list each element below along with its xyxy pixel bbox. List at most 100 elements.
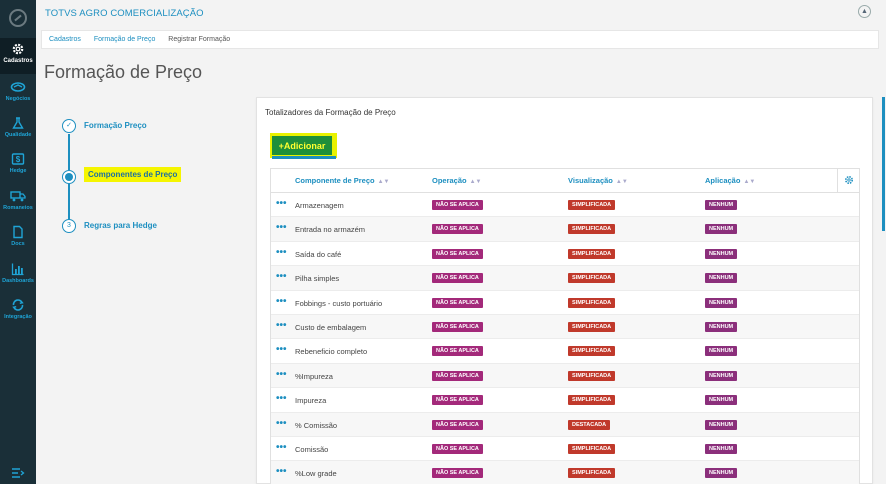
app-title: TOTVS AGRO COMERCIALIZAÇÃO <box>45 8 204 19</box>
scroll-top-button[interactable]: ▲ <box>858 5 871 18</box>
operacao-badge: NÃO SE APLICA <box>432 370 483 381</box>
componente-cell: Rebeneficio completo <box>295 347 368 357</box>
dollar-icon: $ <box>11 153 25 165</box>
sidebar-item-label: Cadastros <box>3 58 33 64</box>
aplicacao-badge: NENHUM <box>705 321 738 332</box>
column-label: Aplicação <box>705 176 741 185</box>
componente-cell: %Impureza <box>295 371 333 381</box>
sidebar-item-label: Negócios <box>5 96 31 102</box>
operacao-badge: NÃO SE APLICA <box>432 443 483 454</box>
aplicacao-badge: NENHUM <box>705 248 738 259</box>
breadcrumb: Cadastros Formação de Preço Registrar Fo… <box>41 30 879 49</box>
sidebar-item-label: Qualidade <box>4 132 32 138</box>
table-row: ••• Saída do café NÃO SE APLICA SIMPLIFICAD… <box>271 242 859 267</box>
visualizacao-badge: SIMPLIFICADA <box>568 248 616 259</box>
componente-cell: Pilha simples <box>295 274 340 284</box>
breadcrumb-item-formacao-de-preco[interactable]: Formação de Preço <box>94 36 155 43</box>
collapse-menu-button[interactable] <box>11 466 25 484</box>
row-actions-icon[interactable]: ••• <box>276 222 287 233</box>
row-actions-icon[interactable]: ••• <box>276 369 287 380</box>
aplicacao-badge: NENHUM <box>705 297 738 308</box>
componente-cell: Saída do café <box>295 249 342 259</box>
sidebar-item-qualidade[interactable]: Qualidade <box>0 112 36 148</box>
operacao-badge: NÃO SE APLICA <box>432 200 483 210</box>
componente-cell: Fobbings - custo portuário <box>295 298 383 308</box>
column-header-componente[interactable]: Componente de Preço ▲▼ <box>295 176 390 185</box>
sidebar-item-docs[interactable]: Docs <box>0 221 36 257</box>
components-table: Componente de Preço ▲▼ Operação ▲▼ Visuali… <box>270 168 860 484</box>
sort-icon: ▲▼ <box>377 179 390 185</box>
add-button-highlight: +Adicionar <box>270 133 337 159</box>
row-actions-icon[interactable]: ••• <box>276 344 287 355</box>
row-actions-icon[interactable]: ••• <box>276 271 287 282</box>
row-actions-icon[interactable]: ••• <box>276 393 287 404</box>
table-row: ••• Custo de embalagem NÃO SE APLICA SIMPLI… <box>271 314 859 340</box>
sidebar-item-label: Dashboards <box>2 278 34 284</box>
table-row: ••• Rebeneficio completo NÃO SE APLICA SIMP… <box>271 339 859 364</box>
highlighted-step-label: Componentes de Preço <box>84 167 182 182</box>
step-label: Componentes de Preço <box>84 167 182 182</box>
table-header: Componente de Preço ▲▼ Operação ▲▼ Visuali… <box>271 169 859 193</box>
handshake-icon <box>10 82 26 92</box>
componente-cell: Impureza <box>295 396 327 406</box>
table-row: ••• %Low grade NÃO SE APLICA SIMPLIFICADA NE… <box>271 461 859 484</box>
totvs-logo-icon[interactable] <box>9 9 27 27</box>
aplicacao-badge: NENHUM <box>705 200 738 210</box>
aplicacao-badge: NENHUM <box>705 224 738 235</box>
aplicacao-badge: NENHUM <box>705 273 738 284</box>
sidebar-item-cadastros[interactable]: Cadastros <box>0 38 36 74</box>
visualizacao-badge: SIMPLIFICADA <box>568 346 616 357</box>
menu-collapse-icon <box>12 468 25 478</box>
sort-icon: ▲▼ <box>469 179 482 185</box>
componente-cell: Comissão <box>295 444 329 454</box>
sidebar-item-label: Docs <box>11 241 25 247</box>
componente-cell: Entrada no armazém <box>295 225 366 235</box>
visualizacao-badge: SIMPLIFICADA <box>568 200 616 210</box>
operacao-badge: NÃO SE APLICA <box>432 273 483 284</box>
gear-icon <box>844 175 854 185</box>
totalizadores-panel: Totalizadores da Formação de Preço +Adic… <box>256 97 873 484</box>
aplicacao-badge: NENHUM <box>705 443 738 454</box>
sidebar-item-dashboards[interactable]: Dashboards <box>0 258 36 294</box>
table-row: ••• Armazenagem NÃO SE APLICA SIMPLIFICADA N… <box>271 193 859 218</box>
visualizacao-badge: SIMPLIFICADA <box>568 443 616 454</box>
column-header-aplicacao[interactable]: Aplicação ▲▼ <box>705 176 755 185</box>
step-number: 3 <box>62 219 76 233</box>
operacao-badge: NÃO SE APLICA <box>432 419 483 430</box>
row-actions-icon[interactable]: ••• <box>276 320 287 331</box>
flask-icon <box>12 117 24 129</box>
componente-cell: Custo de embalagem <box>295 322 367 332</box>
sidebar-item-label: Romaneios <box>3 205 33 211</box>
add-button[interactable]: +Adicionar <box>272 136 336 159</box>
step-label: Regras para Hedge <box>84 221 157 230</box>
sidebar-item-integracao[interactable]: Integração <box>0 294 36 330</box>
column-header-operacao[interactable]: Operação ▲▼ <box>432 176 482 185</box>
step-label: Formação Preço <box>84 121 147 130</box>
row-actions-icon[interactable]: ••• <box>276 418 287 429</box>
scrollbar[interactable] <box>882 97 885 231</box>
column-header-visualizacao[interactable]: Visualização ▲▼ <box>568 176 628 185</box>
document-icon <box>13 225 23 239</box>
truck-icon <box>10 191 26 202</box>
visualizacao-badge: SIMPLIFICADA <box>568 273 616 284</box>
breadcrumb-item-cadastros[interactable]: Cadastros <box>49 36 81 43</box>
table-body: ••• Armazenagem NÃO SE APLICA SIMPLIFICADA N… <box>271 193 859 484</box>
gear-icon <box>12 43 24 55</box>
sidebar-item-label: Hedge <box>9 168 27 174</box>
sync-icon <box>12 299 24 311</box>
row-actions-icon[interactable]: ••• <box>276 296 287 307</box>
sidebar-item-negocios[interactable]: Negócios <box>0 76 36 112</box>
table-row: ••• Fobbings - custo portuário NÃO SE APLI… <box>271 291 859 315</box>
column-label: Visualização <box>568 176 613 185</box>
row-actions-icon[interactable]: ••• <box>276 198 287 209</box>
row-actions-icon[interactable]: ••• <box>276 466 287 477</box>
sidebar-item-hedge[interactable]: $ Hedge <box>0 148 36 184</box>
row-actions-icon[interactable]: ••• <box>276 247 287 258</box>
aplicacao-badge: NENHUM <box>705 468 738 479</box>
row-actions-icon[interactable]: ••• <box>276 442 287 453</box>
sidebar-item-romaneios[interactable]: Romaneios <box>0 185 36 221</box>
column-settings-button[interactable] <box>837 169 860 192</box>
chevron-up-icon: ▲ <box>861 8 868 15</box>
table-row: ••• % Comissão NÃO SE APLICA DESTACADA NENHU… <box>271 412 859 437</box>
operacao-badge: NÃO SE APLICA <box>432 468 483 479</box>
